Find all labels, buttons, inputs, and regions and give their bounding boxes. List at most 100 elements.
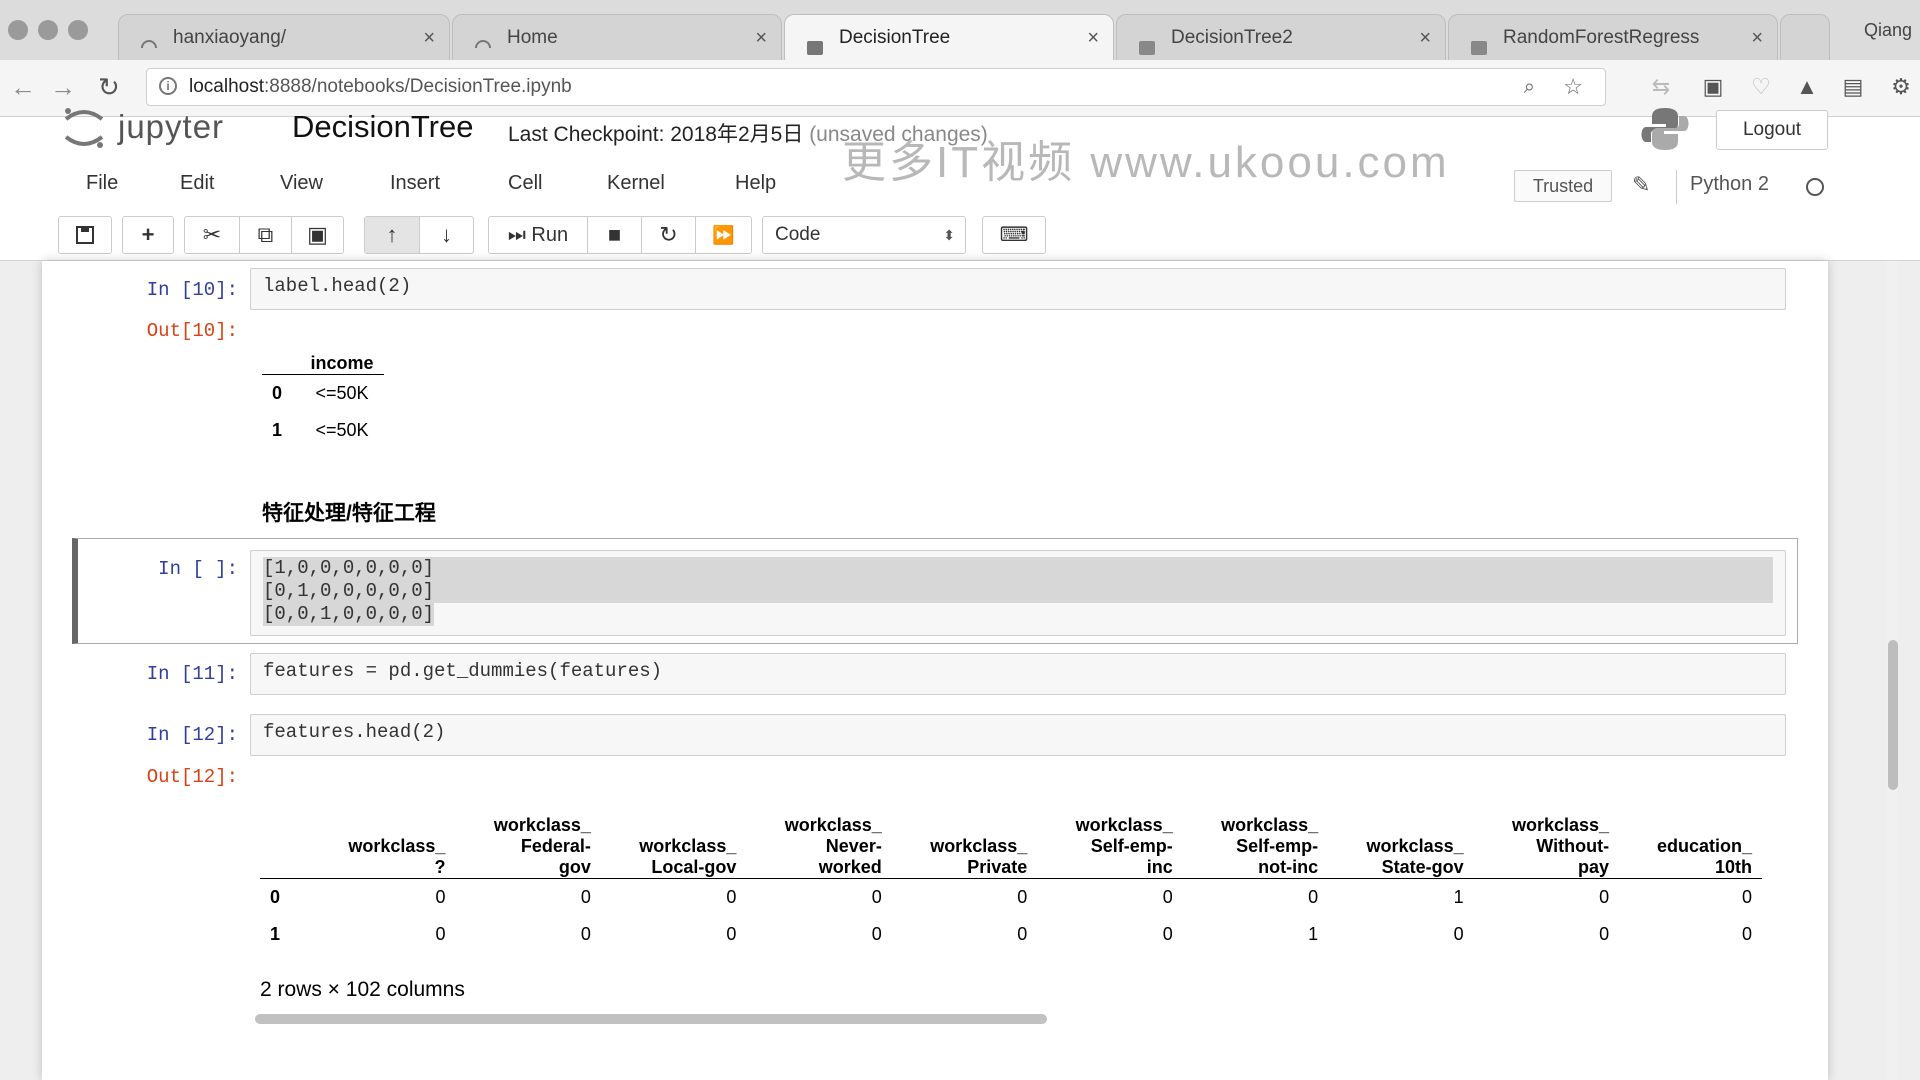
jupyter-logo-icon[interactable] — [62, 107, 106, 154]
browser-tab-hanxiaoyang[interactable]: hanxiaoyang/ × — [118, 14, 450, 60]
close-icon[interactable]: × — [1087, 15, 1099, 60]
back-arrow-icon[interactable]: ← — [10, 70, 36, 104]
markdown-heading[interactable]: 特征处理/特征工程 — [262, 497, 436, 527]
browser-tab-decisiontree[interactable]: DecisionTree × — [784, 14, 1114, 60]
arrow-down-icon: ↓ — [441, 222, 452, 247]
table-cell: 0 — [726, 923, 737, 944]
menu-kernel[interactable]: Kernel — [607, 172, 665, 195]
browser-tab-decisiontree2[interactable]: DecisionTree2 × — [1116, 14, 1446, 60]
extension-link-icon[interactable]: ⇆ — [1648, 74, 1674, 100]
reload-icon[interactable]: ↻ — [98, 70, 120, 104]
column-header-line: Self-emp- — [1236, 835, 1319, 856]
notebook-title[interactable]: DecisionTree — [292, 109, 473, 145]
zoom-icon[interactable]: ⌕ — [1524, 69, 1535, 105]
run-button[interactable]: ⏭ Run — [489, 217, 587, 253]
info-icon[interactable]: i — [159, 77, 177, 95]
column-header-line: workclass_ — [930, 835, 1028, 856]
toolbar-group-save — [58, 216, 112, 254]
interrupt-button[interactable]: ■ — [587, 217, 641, 253]
table-cell: 0 — [580, 886, 591, 907]
browser-tab-bar: hanxiaoyang/ × Home × DecisionTree × Dec… — [0, 0, 1920, 61]
code-line: [1,0,0,0,0,0,0] — [263, 557, 1773, 580]
menu-view[interactable]: View — [280, 172, 323, 195]
move-down-button[interactable]: ↓ — [419, 217, 473, 253]
move-up-button[interactable]: ↑ — [365, 217, 419, 253]
extension-reader-icon[interactable]: ▣ — [1700, 74, 1726, 100]
step-forward-icon: ⏭ — [507, 224, 526, 246]
kernel-idle-indicator-icon — [1806, 178, 1824, 196]
cell-type-select[interactable]: Code ⬍ — [762, 216, 966, 254]
column-header-line: workclass_ — [348, 835, 446, 856]
column-header-line: Federal- — [520, 835, 591, 856]
index-header — [260, 796, 310, 878]
toolbar-group-keyboard: ⌨ — [982, 216, 1046, 254]
cut-button[interactable]: ✂ — [185, 217, 239, 253]
window-zoom-button[interactable] — [68, 20, 88, 40]
menu-file[interactable]: File — [86, 172, 118, 195]
features-dataframe: workclass_? workclass_ Federal-gov workclas… — [260, 796, 1762, 953]
restart-button[interactable]: ↻ — [641, 217, 695, 253]
jupyter-logo-text[interactable]: jupyter — [118, 108, 224, 146]
checkpoint-text: Last Checkpoint: 2018年2月5日 — [508, 123, 804, 146]
menu-help[interactable]: Help — [735, 172, 776, 195]
extension-hat-icon[interactable]: ▲ — [1794, 74, 1820, 100]
save-icon — [76, 226, 94, 244]
close-icon[interactable]: × — [423, 15, 435, 60]
column-header-line: worked — [818, 856, 882, 877]
menu-cell[interactable]: Cell — [508, 172, 542, 195]
cell-11-code-editor[interactable]: features = pd.get_dummies(features) — [250, 653, 1786, 695]
extension-shield-icon[interactable]: ♡ — [1748, 74, 1774, 100]
row-index: 0 — [272, 383, 283, 403]
profile-name[interactable]: Qiang — [1864, 20, 1912, 41]
command-palette-button[interactable]: ⌨ — [983, 217, 1045, 253]
column-header-line: workclass_ — [1512, 814, 1610, 835]
table-row: 0 0 0 0 0 0 0 0 1 0 0 — [260, 878, 1762, 916]
close-icon[interactable]: × — [755, 15, 767, 60]
url-bar[interactable]: i localhost:8888/notebooks/DecisionTree.… — [146, 68, 1606, 106]
column-header: education_ 10th — [1619, 796, 1762, 878]
forward-arrow-icon[interactable]: → — [50, 70, 76, 104]
logout-button[interactable]: Logout — [1716, 110, 1828, 150]
restart-run-all-button[interactable]: ⏩ — [695, 217, 751, 253]
table-cell: 0 — [1017, 923, 1028, 944]
cell-empty-code-editor[interactable]: [1,0,0,0,0,0,0] [0,1,0,0,0,0,0] [0,0,1,0,0… — [250, 550, 1786, 636]
trusted-indicator[interactable]: Trusted — [1514, 170, 1612, 202]
toolbar-group-run: ⏭ Run ■ ↻ ⏩ — [488, 216, 752, 254]
insert-cell-button[interactable]: + — [123, 217, 173, 253]
column-header: workclass_ Never-worked — [746, 796, 891, 878]
menu-edit[interactable]: Edit — [180, 172, 214, 195]
browser-tab-randomforest[interactable]: RandomForestRegress × — [1448, 14, 1778, 60]
table-row: 0 <=50K — [262, 375, 384, 413]
column-header-line: Self-emp- — [1090, 835, 1173, 856]
table-cell: <=50K — [315, 383, 369, 403]
select-arrows-icon: ⬍ — [943, 227, 955, 243]
cell-12-code-editor[interactable]: features.head(2) — [250, 714, 1786, 756]
window-close-button[interactable] — [8, 20, 28, 40]
bookmark-star-icon[interactable]: ☆ — [1563, 69, 1583, 105]
column-header-line: Local-gov — [651, 856, 737, 877]
column-header: workclass_? — [310, 796, 455, 878]
edit-pencil-icon[interactable]: ✎ — [1632, 172, 1650, 198]
table-cell: 0 — [1741, 923, 1752, 944]
copy-icon: ⧉ — [257, 222, 274, 247]
window-minimize-button[interactable] — [38, 20, 58, 40]
extension-game-icon[interactable]: ▤ — [1840, 74, 1866, 100]
menu-insert[interactable]: Insert — [390, 172, 440, 195]
browser-tab-home[interactable]: Home × — [452, 14, 782, 60]
kernel-name[interactable]: Python 2 — [1690, 173, 1769, 196]
notebook-icon — [805, 29, 825, 55]
column-header-line: workclass_ — [784, 814, 882, 835]
new-tab-button[interactable] — [1780, 14, 1830, 60]
close-icon[interactable]: × — [1419, 15, 1431, 60]
column-header-income: income — [310, 353, 374, 373]
copy-button[interactable]: ⧉ — [239, 217, 291, 253]
horizontal-scrollbar[interactable] — [255, 1014, 1047, 1024]
vertical-scrollbar-thumb[interactable] — [1888, 640, 1898, 790]
paste-button[interactable]: ▣ — [291, 217, 343, 253]
cell-12-input-prompt: In [12]: — [146, 724, 238, 746]
cell-10-code-editor[interactable]: label.head(2) — [250, 268, 1786, 310]
extension-gear-icon[interactable]: ⚙ — [1888, 74, 1914, 100]
close-icon[interactable]: × — [1751, 15, 1763, 60]
save-button[interactable] — [59, 217, 111, 253]
column-header-line: Without- — [1536, 835, 1610, 856]
